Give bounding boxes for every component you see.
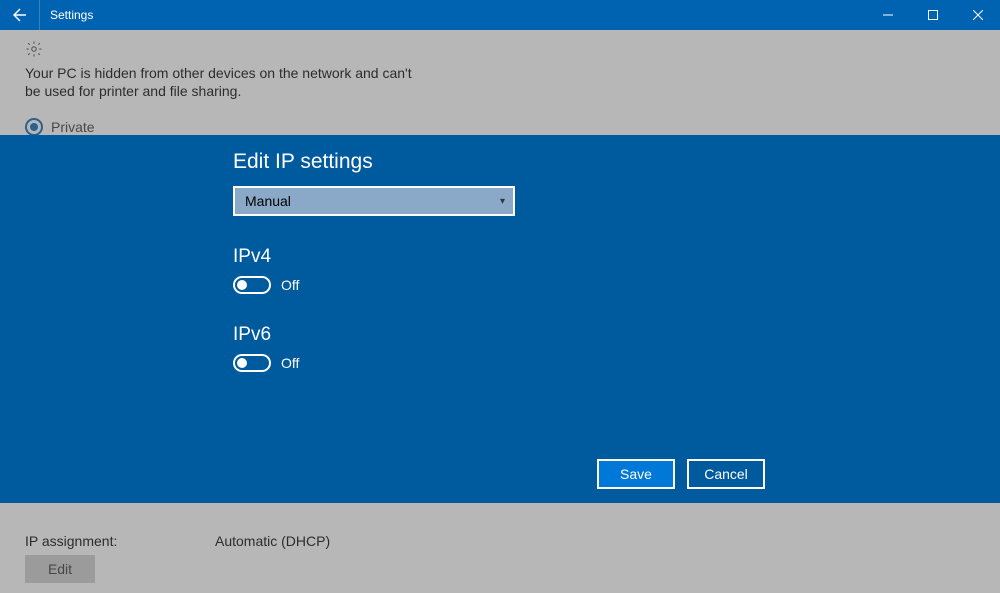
ipv6-toggle-state: Off — [281, 355, 299, 371]
ip-mode-dropdown[interactable]: Manual ▾ — [233, 186, 515, 216]
titlebar: Settings — [0, 0, 1000, 30]
save-button[interactable]: Save — [597, 459, 675, 489]
ipv4-toggle-state: Off — [281, 277, 299, 293]
ipv6-toggle[interactable] — [233, 354, 271, 372]
maximize-icon — [928, 10, 938, 20]
ipv6-label: IPv6 — [233, 324, 793, 346]
ipv4-toggle[interactable] — [233, 276, 271, 294]
edit-ip-settings-dialog: Edit IP settings Manual ▾ IPv4 Off IPv6 … — [0, 135, 1000, 503]
minimize-icon — [883, 10, 893, 20]
window-title: Settings — [40, 8, 93, 22]
close-icon — [973, 10, 983, 20]
window-controls — [865, 0, 1000, 30]
back-button[interactable] — [0, 0, 40, 30]
dialog-title: Edit IP settings — [233, 150, 793, 174]
dropdown-value: Manual — [245, 193, 291, 209]
cancel-button[interactable]: Cancel — [687, 459, 765, 489]
chevron-down-icon: ▾ — [500, 196, 505, 207]
minimize-button[interactable] — [865, 0, 910, 30]
back-arrow-icon — [12, 7, 28, 23]
ipv4-label: IPv4 — [233, 246, 793, 268]
maximize-button[interactable] — [910, 0, 955, 30]
close-button[interactable] — [955, 0, 1000, 30]
